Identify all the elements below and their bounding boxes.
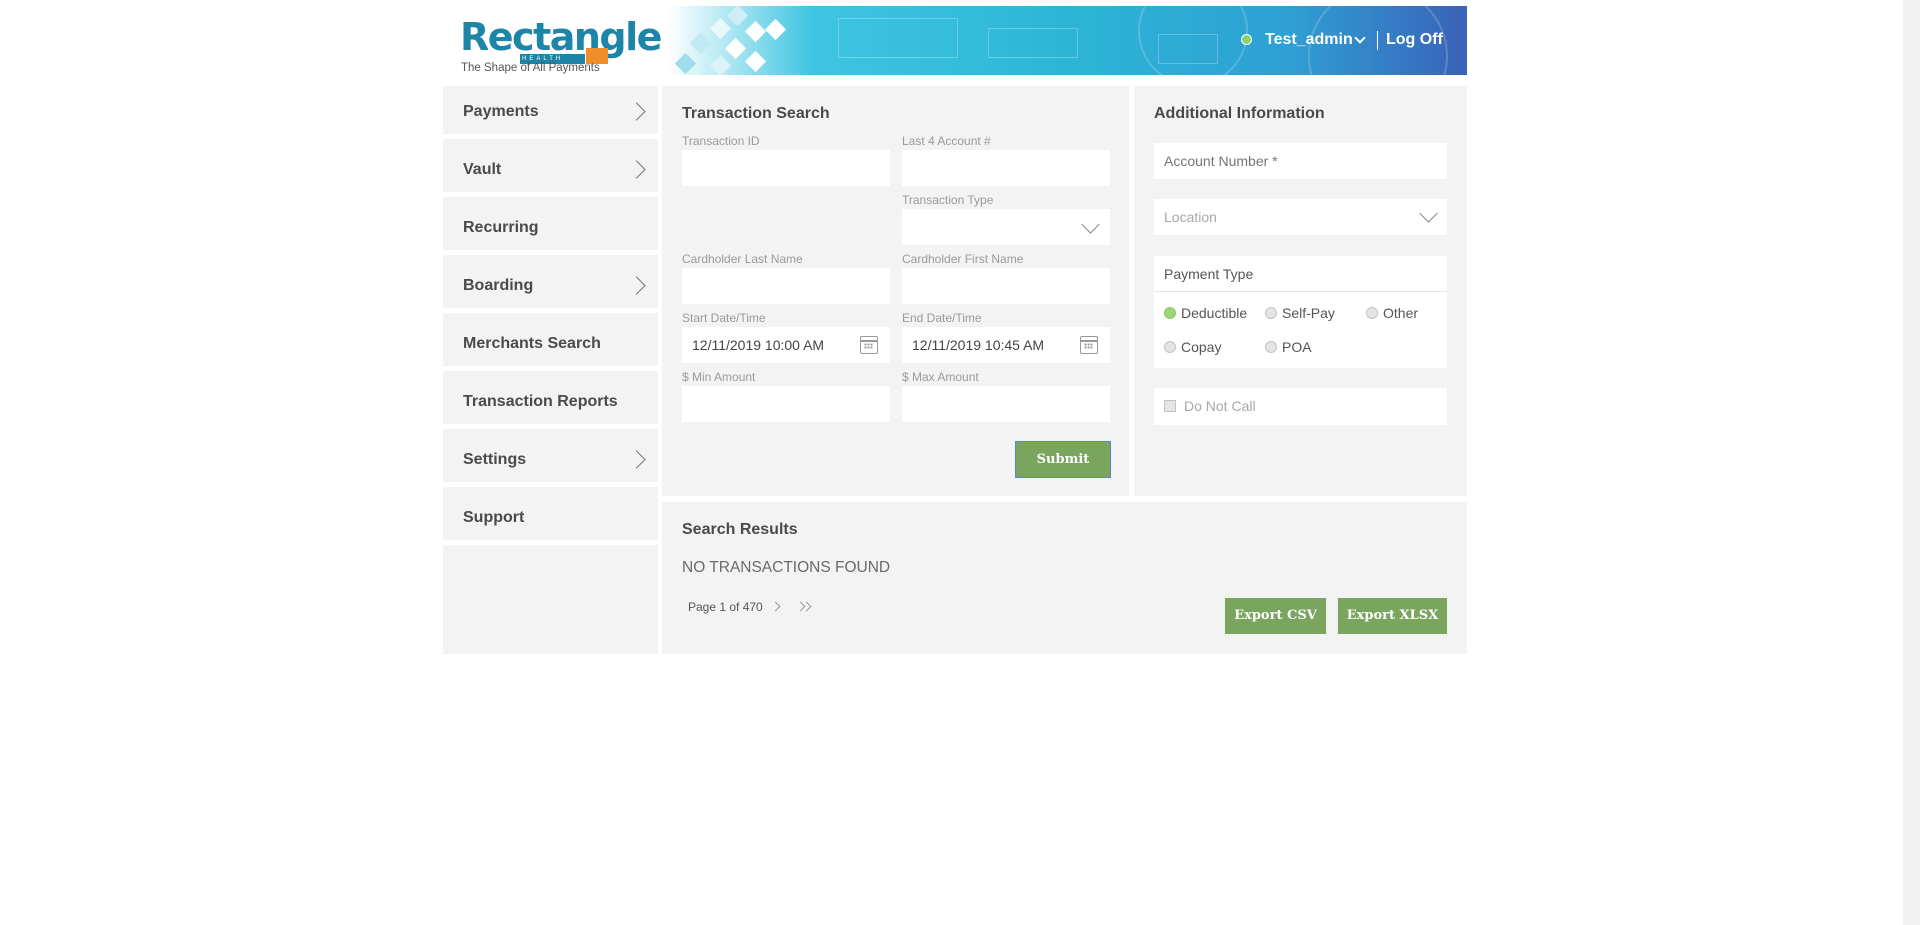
export-xlsx-button[interactable]: Export XLSX (1338, 598, 1447, 634)
sidebar-item-label: Boarding (463, 277, 534, 294)
banner-diamond (709, 17, 732, 40)
radio-label-self-pay[interactable]: Self-Pay (1282, 305, 1335, 321)
sidebar-item-recurring[interactable]: Recurring (443, 202, 658, 255)
banner-diamond (674, 52, 697, 75)
radio-label-copay[interactable]: Copay (1181, 339, 1221, 355)
radio-deductible[interactable] (1164, 307, 1176, 319)
chevron-right-icon (627, 160, 646, 179)
start-datetime-label: Start Date/Time (682, 311, 766, 325)
transaction-id-input[interactable] (682, 150, 890, 186)
online-status-icon (1241, 34, 1252, 45)
location-placeholder: Location (1164, 209, 1217, 225)
min-amount-input[interactable] (682, 386, 890, 422)
page-scrollbar[interactable] (1903, 0, 1920, 925)
logoff-link[interactable]: Log Off (1386, 31, 1443, 49)
sidebar-item-label: Payments (463, 103, 539, 120)
additional-info-title: Additional Information (1154, 105, 1325, 122)
chevron-down-icon (1419, 204, 1438, 223)
chevron-right-icon (627, 276, 646, 295)
sidebar-item-settings[interactable]: Settings (443, 434, 658, 487)
radio-other[interactable] (1366, 307, 1378, 319)
start-datetime-input[interactable] (682, 327, 890, 363)
rectangle-health-logo[interactable]: Rectangle HEALTH The Shape of All Paymen… (460, 16, 662, 76)
location-select[interactable]: Location (1154, 199, 1447, 235)
radio-self-pay[interactable] (1265, 307, 1277, 319)
payment-type-title: Payment Type (1164, 266, 1254, 282)
calendar-icon[interactable] (860, 336, 878, 354)
banner-box (838, 18, 958, 58)
sidebar-item-payments[interactable]: Payments (443, 86, 658, 139)
banner-diamond (726, 6, 749, 27)
last4-account-input[interactable] (902, 150, 1110, 186)
divider (1154, 291, 1447, 292)
calendar-icon[interactable] (1080, 336, 1098, 354)
banner-diamond (689, 32, 712, 55)
radio-copay[interactable] (1164, 341, 1176, 353)
radio-poa[interactable] (1265, 341, 1277, 353)
max-amount-input[interactable] (902, 386, 1110, 422)
sidebar-item-vault[interactable]: Vault (443, 144, 658, 197)
banner-diamond (724, 37, 747, 60)
sidebar-item-label: Vault (463, 161, 502, 178)
do-not-call-label[interactable]: Do Not Call (1184, 398, 1256, 414)
banner-diamond (744, 50, 767, 73)
max-amount-label: $ Max Amount (902, 370, 979, 384)
export-csv-button[interactable]: Export CSV (1225, 598, 1326, 634)
page-title: Transaction Search (682, 105, 830, 122)
chevron-right-icon (627, 102, 646, 121)
banner-diamond (764, 18, 787, 41)
do-not-call-checkbox[interactable] (1164, 400, 1176, 412)
sidebar-item-support[interactable]: Support (443, 492, 658, 545)
header-divider (1377, 31, 1378, 50)
logo-tagline: The Shape of All Payments (461, 62, 600, 74)
end-datetime-input[interactable] (902, 327, 1110, 363)
sidebar-item-merchants-search[interactable]: Merchants Search (443, 318, 658, 371)
sidebar-item-boarding[interactable]: Boarding (443, 260, 658, 313)
search-results-title: Search Results (682, 521, 798, 538)
sidebar-item-label: Recurring (463, 219, 539, 236)
min-amount-label: $ Min Amount (682, 370, 756, 384)
do-not-call-field[interactable]: Do Not Call (1154, 388, 1447, 425)
cardholder-first-name-label: Cardholder First Name (902, 252, 1024, 266)
banner-box (988, 28, 1078, 58)
radio-label-other[interactable]: Other (1383, 305, 1418, 321)
cardholder-first-name-input[interactable] (902, 268, 1110, 304)
pager-text: Page 1 of 470 (688, 600, 763, 614)
end-datetime-label: End Date/Time (902, 311, 982, 325)
sidebar-item-transaction-reports[interactable]: Transaction Reports (443, 376, 658, 429)
last4-account-label: Last 4 Account # (902, 134, 991, 148)
sidebar-item-label: Settings (463, 451, 527, 468)
submit-button[interactable]: Submit (1015, 441, 1111, 478)
cardholder-last-name-label: Cardholder Last Name (682, 252, 803, 266)
user-menu[interactable]: Test_admin (1265, 31, 1353, 49)
chevron-down-icon (1081, 215, 1100, 234)
transaction-type-select[interactable] (902, 209, 1110, 245)
logo-wordmark: Rectangle (460, 15, 662, 59)
transaction-type-label: Transaction Type (902, 193, 994, 207)
banner-diamond (709, 54, 732, 75)
chevron-right-icon (627, 450, 646, 469)
radio-label-deductible[interactable]: Deductible (1181, 305, 1247, 321)
radio-label-poa[interactable]: POA (1282, 339, 1312, 355)
sidebar-item-label: Transaction Reports (463, 393, 618, 410)
cardholder-last-name-input[interactable] (682, 268, 890, 304)
empty-results-message: NO TRANSACTIONS FOUND (682, 559, 891, 576)
sidebar-item-label: Merchants Search (463, 335, 601, 352)
banner-box (1158, 34, 1218, 64)
account-number-input[interactable] (1154, 143, 1447, 179)
sidebar-item-label: Support (463, 509, 525, 526)
payment-type-group: Payment Type Deductible Self-Pay Other C… (1154, 256, 1447, 368)
banner-diamond (744, 20, 767, 43)
transaction-id-label: Transaction ID (682, 134, 760, 148)
